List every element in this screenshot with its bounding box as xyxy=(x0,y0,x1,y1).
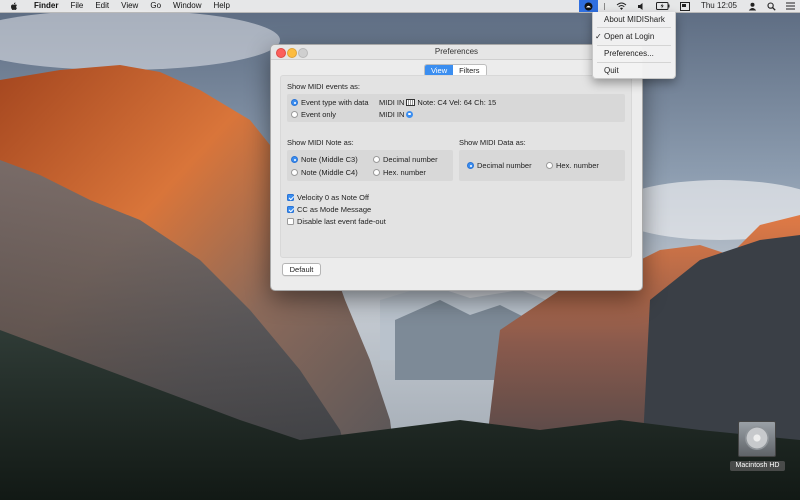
list-icon[interactable] xyxy=(781,0,800,12)
disk-label[interactable]: Macintosh HD xyxy=(730,461,785,471)
menu-item-open-at-login[interactable]: ✓ Open at Login xyxy=(593,30,675,43)
macintosh-hd-disk[interactable]: Macintosh HD xyxy=(730,421,785,473)
window-title: Preferences xyxy=(434,47,479,56)
preferences-window: Preferences View Filters Show MIDI event… xyxy=(270,44,643,291)
menu-item-label: Quit xyxy=(604,66,619,75)
hard-drive-icon[interactable] xyxy=(738,421,776,457)
menu-finder[interactable]: Finder xyxy=(28,0,64,12)
sample-suffix: Note: C4 Vel: 64 Ch: 15 xyxy=(417,98,497,107)
radio-button[interactable] xyxy=(291,169,298,176)
option-data-decimal[interactable]: Decimal number xyxy=(467,161,532,170)
menu-edit[interactable]: Edit xyxy=(89,0,115,12)
menu-item-about[interactable]: About MIDIShark xyxy=(593,13,675,26)
wifi-icon[interactable] xyxy=(611,0,632,12)
events-section-title: Show MIDI events as: xyxy=(287,82,360,91)
volume-icon[interactable] xyxy=(632,0,651,12)
midishark-menu: About MIDIShark ✓ Open at Login Preferen… xyxy=(592,12,676,79)
option-label: Decimal number xyxy=(383,155,438,164)
checkmark-icon: ✓ xyxy=(595,32,602,41)
checkbox-label: CC as Mode Message xyxy=(297,205,372,214)
title-bar[interactable]: Preferences xyxy=(271,45,642,60)
radio-button[interactable] xyxy=(373,169,380,176)
menu-clock[interactable]: Thu 12:05 xyxy=(695,0,743,12)
menu-item-label: Open at Login xyxy=(604,32,655,41)
sample-prefix: MIDI IN xyxy=(379,98,405,107)
option-note-middle-c3[interactable]: Note (Middle C3) xyxy=(291,155,358,164)
menu-item-label: Preferences... xyxy=(604,49,654,58)
search-icon[interactable] xyxy=(762,0,781,12)
checkbox-cc-mode-message[interactable]: CC as Mode Message xyxy=(287,205,371,214)
midi-event-icon xyxy=(406,111,414,118)
checkbox[interactable] xyxy=(287,206,294,213)
sample-event-only: MIDI IN xyxy=(379,110,414,119)
menu-item-preferences[interactable]: Preferences... xyxy=(593,47,675,60)
status-divider xyxy=(598,0,611,12)
option-label: Note (Middle C3) xyxy=(301,155,358,164)
data-section-title: Show MIDI Data as: xyxy=(459,138,526,147)
menu-separator xyxy=(597,27,671,28)
default-button[interactable]: Default xyxy=(282,263,321,276)
menu-view[interactable]: View xyxy=(115,0,144,12)
note-section-title: Show MIDI Note as: xyxy=(287,138,354,147)
option-label: Decimal number xyxy=(477,161,532,170)
display-icon[interactable] xyxy=(675,0,695,12)
radio-button[interactable] xyxy=(291,156,298,163)
apple-menu-icon[interactable] xyxy=(10,1,20,11)
checkbox-velocity-note-off[interactable]: Velocity 0 as Note Off xyxy=(287,193,369,202)
sample-prefix: MIDI IN xyxy=(379,110,405,119)
option-label: Event only xyxy=(301,110,337,119)
option-event-type-with-data[interactable]: Event type with data xyxy=(291,98,369,107)
menu-help[interactable]: Help xyxy=(207,0,235,12)
piano-icon xyxy=(406,99,416,106)
menu-window[interactable]: Window xyxy=(167,0,207,12)
menu-item-label: About MIDIShark xyxy=(604,15,665,24)
checkbox-label: Disable last event fade-out xyxy=(297,217,386,226)
sample-event-type-with-data: MIDI IN Note: C4 Vel: 64 Ch: 15 xyxy=(379,98,496,107)
checkbox-disable-fade-out[interactable]: Disable last event fade-out xyxy=(287,217,386,226)
view-settings-panel: Show MIDI events as: Event type with dat… xyxy=(280,75,632,258)
option-label: Event type with data xyxy=(301,98,369,107)
midishark-icon[interactable] xyxy=(578,0,598,12)
menu-separator xyxy=(597,62,671,63)
option-note-hex[interactable]: Hex. number xyxy=(373,168,426,177)
user-icon[interactable] xyxy=(743,0,762,12)
option-event-only[interactable]: Event only xyxy=(291,110,336,119)
checkbox[interactable] xyxy=(287,194,294,201)
radio-button[interactable] xyxy=(291,111,298,118)
radio-button[interactable] xyxy=(467,162,474,169)
menu-item-quit[interactable]: Quit xyxy=(593,64,675,77)
option-label: Hex. number xyxy=(383,168,426,177)
radio-button[interactable] xyxy=(291,99,298,106)
option-note-decimal[interactable]: Decimal number xyxy=(373,155,438,164)
battery-icon[interactable] xyxy=(651,0,675,12)
radio-button[interactable] xyxy=(373,156,380,163)
option-label: Hex. number xyxy=(556,161,599,170)
option-note-middle-c4[interactable]: Note (Middle C4) xyxy=(291,168,358,177)
checkbox[interactable] xyxy=(287,218,294,225)
option-label: Note (Middle C4) xyxy=(301,168,358,177)
option-data-hex[interactable]: Hex. number xyxy=(546,161,599,170)
checkbox-label: Velocity 0 as Note Off xyxy=(297,193,369,202)
menu-go[interactable]: Go xyxy=(144,0,167,12)
radio-button[interactable] xyxy=(546,162,553,169)
menu-bar: Finder File Edit View Go Window Help Thu… xyxy=(0,0,800,13)
menu-separator xyxy=(597,45,671,46)
menu-file[interactable]: File xyxy=(64,0,89,12)
